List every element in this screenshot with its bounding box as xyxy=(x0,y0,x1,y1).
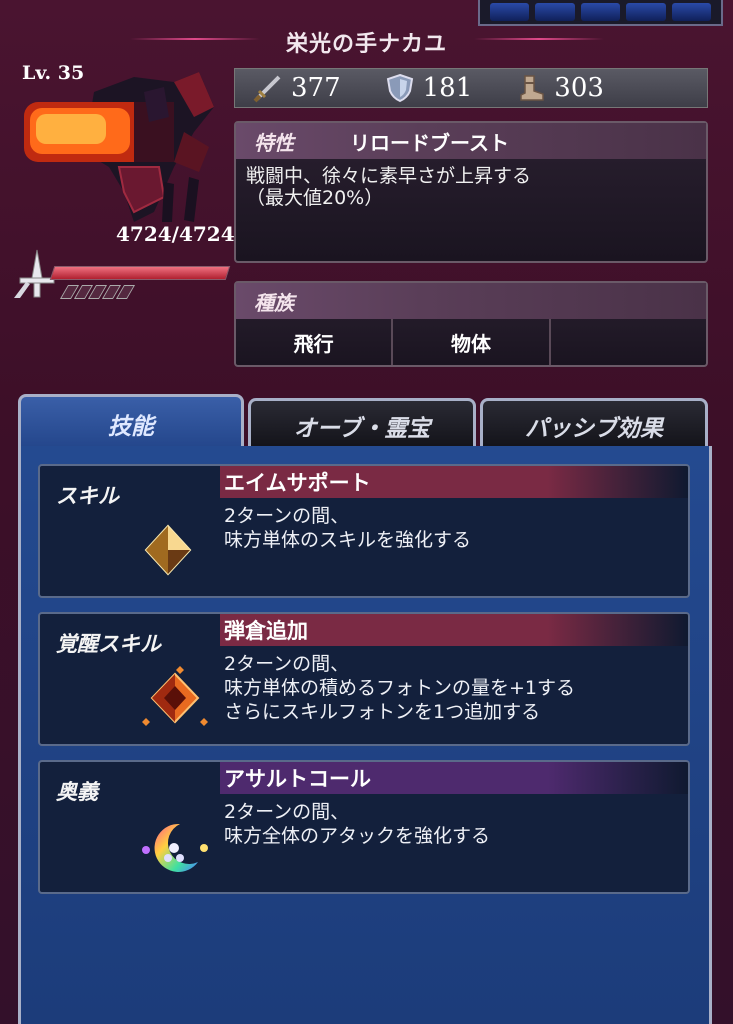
hp-bar xyxy=(49,266,231,280)
trait-name: リロードブースト xyxy=(350,130,509,155)
tab-skills[interactable]: 技能 xyxy=(18,394,244,450)
skill-desc-line: 2ターンの間、 xyxy=(224,653,350,675)
skill-name: 弾倉追加 xyxy=(220,614,688,646)
race-label: 種族 xyxy=(254,290,294,315)
trait-label: 特性 xyxy=(254,130,294,155)
limit-gauge xyxy=(59,285,136,299)
party-slot[interactable] xyxy=(490,3,530,21)
unit-portrait xyxy=(24,72,214,222)
speed-value: 303 xyxy=(554,73,604,103)
skill-desc-line: 味方全体のアタックを強化する xyxy=(224,825,491,847)
party-slot[interactable] xyxy=(626,3,666,21)
skill-desc-line: 味方単体の積めるフォトンの量を+1する xyxy=(224,677,576,699)
unit-detail-screen: 栄光の手ナカユ Lv. 35 4724/4724 377 181 303 特性 … xyxy=(0,0,733,1024)
skill-desc-line: さらにスキルフォトンを1つ追加する xyxy=(224,701,541,723)
skill-name: エイムサポート xyxy=(220,466,688,498)
skill-type: 奥義 xyxy=(56,780,98,804)
hp-bar-fill xyxy=(51,267,229,279)
sword-icon xyxy=(253,75,281,103)
shield-icon xyxy=(386,73,413,103)
trait-header: 特性 リロードブースト xyxy=(236,123,706,159)
defense-value: 181 xyxy=(422,73,473,103)
stats-bar: 377 181 303 xyxy=(234,68,708,108)
speed-stat: 303 xyxy=(516,73,604,103)
race-cell: 飛行 xyxy=(236,319,394,365)
skill-card[interactable]: 覚醒スキル 弾倉追加 2ターンの間、 味方単体の積めるフォトンの量を+1する さ… xyxy=(38,612,690,746)
skill-type: スキル xyxy=(56,484,119,508)
skill-description: 2ターンの間、 味方単体の積めるフォトンの量を+1する さらにスキルフォトンを1… xyxy=(224,652,575,724)
party-slot[interactable] xyxy=(535,3,575,21)
hp-value: 4724/4724 xyxy=(116,222,235,246)
party-slot[interactable] xyxy=(580,3,621,21)
skill-card[interactable]: スキル エイムサポート 2ターンの間、 味方単体のスキルを強化する xyxy=(38,464,690,598)
attack-stat: 377 xyxy=(253,73,341,103)
unit-name: 栄光の手ナカユ xyxy=(285,32,447,57)
race-cell: 物体 xyxy=(393,319,551,365)
skill-desc-line: 味方単体のスキルを強化する xyxy=(224,529,472,551)
skill-name: アサルトコール xyxy=(220,762,688,794)
skill-desc-line: 2ターンの間、 xyxy=(224,505,350,527)
trait-description: 戦闘中、徐々に素早さが上昇する （最大値20%） xyxy=(236,159,706,215)
defense-stat: 181 xyxy=(385,73,473,103)
skill-description: 2ターンの間、 味方単体のスキルを強化する xyxy=(224,504,471,552)
awakened-skill-gem-icon xyxy=(142,666,208,726)
skill-gem-icon xyxy=(144,524,192,576)
race-panel: 種族 飛行 物体 xyxy=(234,281,708,367)
race-cell xyxy=(551,319,706,365)
party-slots[interactable] xyxy=(478,0,723,26)
boot-icon xyxy=(520,75,545,101)
tab-orbs[interactable]: オーブ・霊宝 xyxy=(248,398,476,450)
race-cells: 飛行 物体 xyxy=(236,319,706,365)
skill-card[interactable]: 奥義 アサルトコール 2ターンの間、 味方全体のアタックを強化する xyxy=(38,760,690,894)
skill-desc-line: 2ターンの間、 xyxy=(224,801,350,823)
skill-description: 2ターンの間、 味方全体のアタックを強化する xyxy=(224,800,490,848)
party-slot[interactable] xyxy=(671,3,712,21)
trait-desc-line: 戦闘中、徐々に素早さが上昇する xyxy=(246,165,532,187)
skill-type: 覚醒スキル xyxy=(56,632,161,656)
trait-panel: 特性 リロードブースト 戦闘中、徐々に素早さが上昇する （最大値20%） xyxy=(234,121,708,263)
trait-desc-line: （最大値20%） xyxy=(246,187,384,209)
race-header: 種族 xyxy=(236,283,706,319)
attack-value: 377 xyxy=(291,73,341,103)
ultimate-moon-icon xyxy=(142,823,208,872)
tab-passive[interactable]: パッシブ効果 xyxy=(480,398,708,450)
